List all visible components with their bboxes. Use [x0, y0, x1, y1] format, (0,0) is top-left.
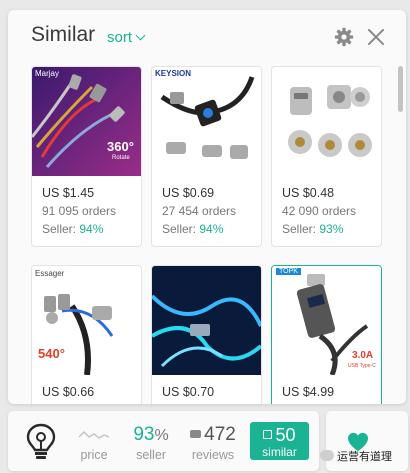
product-price: US $0.66: [42, 385, 95, 399]
product-card[interactable]: US $0.70: [151, 265, 262, 404]
seller-score-unit: %: [154, 427, 169, 444]
seller-label: Seller:: [282, 222, 317, 236]
close-icon[interactable]: [367, 28, 385, 46]
brand-logo: KEYSION: [155, 69, 192, 78]
scrollbar[interactable]: [398, 66, 403, 112]
price-label: price: [80, 448, 108, 462]
seller-percent: 94%: [79, 222, 104, 236]
product-card[interactable]: KEYSION US $0.69 27 454 orders Seller: 9…: [151, 66, 262, 247]
reviews-count: 472: [184, 424, 242, 446]
similar-label: similar: [262, 445, 297, 459]
sort-label: sort: [107, 29, 133, 46]
product-card[interactable]: US $0.48 42 090 orders Seller: 93%: [271, 66, 382, 247]
product-image: Marjay 360° Rotate: [32, 67, 141, 176]
product-card[interactable]: TOPK 3.0A USB Type-C US $4.99: [271, 265, 382, 404]
seller-metric[interactable]: 93% seller: [126, 411, 176, 471]
seller-label: seller: [136, 448, 166, 462]
product-price: US $4.99: [282, 385, 335, 399]
product-orders: 42 090 orders: [282, 204, 357, 218]
wechat-icon: [320, 450, 334, 461]
badge-subtext: USB Type-C: [348, 363, 376, 369]
price-trend-icon: [78, 431, 110, 439]
similar-panel: Similar sort Marjay 360° Rotate US $1.45…: [8, 10, 406, 404]
product-orders: 91 095 orders: [42, 204, 117, 218]
watermark: 运营有道理: [320, 448, 392, 464]
stats-bar: price 93% seller 472 reviews 50 similar: [8, 411, 319, 471]
seller-percent: 93%: [319, 222, 344, 236]
seller-score: 93%: [126, 424, 176, 446]
badge-subtext: Rotate: [112, 155, 130, 161]
product-image: [152, 266, 261, 375]
badge-text: 3.0A: [352, 350, 374, 361]
seller-score-value: 93: [133, 424, 155, 445]
similar-count: 50: [250, 425, 309, 446]
badge-text: 360°: [107, 139, 134, 154]
reviews-metric[interactable]: 472 reviews: [184, 411, 242, 471]
product-image: TOPK 3.0A USB Type-C: [272, 266, 381, 375]
product-price: US $0.70: [162, 385, 215, 399]
reviews-label: reviews: [191, 448, 235, 462]
product-card[interactable]: Marjay 360° Rotate US $1.45 91 095 order…: [31, 66, 142, 247]
sort-dropdown[interactable]: sort: [107, 29, 146, 46]
chevron-down-icon: [135, 30, 146, 41]
product-image: KEYSION: [152, 67, 261, 176]
seller-rating: Seller: 94%: [162, 221, 257, 238]
product-orders: 27 454 orders: [162, 204, 237, 218]
gear-icon[interactable]: [334, 27, 354, 47]
product-price: US $0.48: [282, 186, 335, 200]
product-image: [272, 67, 381, 176]
product-image: Essager 540°: [32, 266, 141, 375]
product-card[interactable]: Essager 540° US $0.66: [31, 265, 142, 404]
product-price: US $0.69: [162, 186, 215, 200]
brand-logo: TOPK: [276, 268, 301, 275]
badge-text: 540°: [38, 346, 65, 361]
seller-rating: Seller: 93%: [282, 221, 377, 238]
brand-logo: Essager: [35, 269, 65, 278]
brand-logo: Marjay: [35, 69, 60, 78]
price-metric[interactable]: price: [72, 411, 116, 471]
watermark-text: 运营有道理: [337, 451, 392, 463]
seller-rating: Seller: 94%: [42, 221, 137, 238]
camera-icon: [190, 430, 202, 438]
lightbulb-icon[interactable]: [26, 423, 56, 461]
seller-label: Seller:: [42, 222, 77, 236]
product-price: US $1.45: [42, 186, 95, 200]
panel-header: Similar sort: [8, 10, 406, 66]
similar-value: 50: [275, 425, 296, 445]
reviews-value: 472: [204, 424, 236, 445]
similar-button[interactable]: 50 similar: [250, 422, 309, 460]
panel-title: Similar: [31, 23, 96, 46]
copy-icon: [263, 430, 273, 439]
seller-percent: 94%: [199, 222, 224, 236]
seller-label: Seller:: [162, 222, 197, 236]
